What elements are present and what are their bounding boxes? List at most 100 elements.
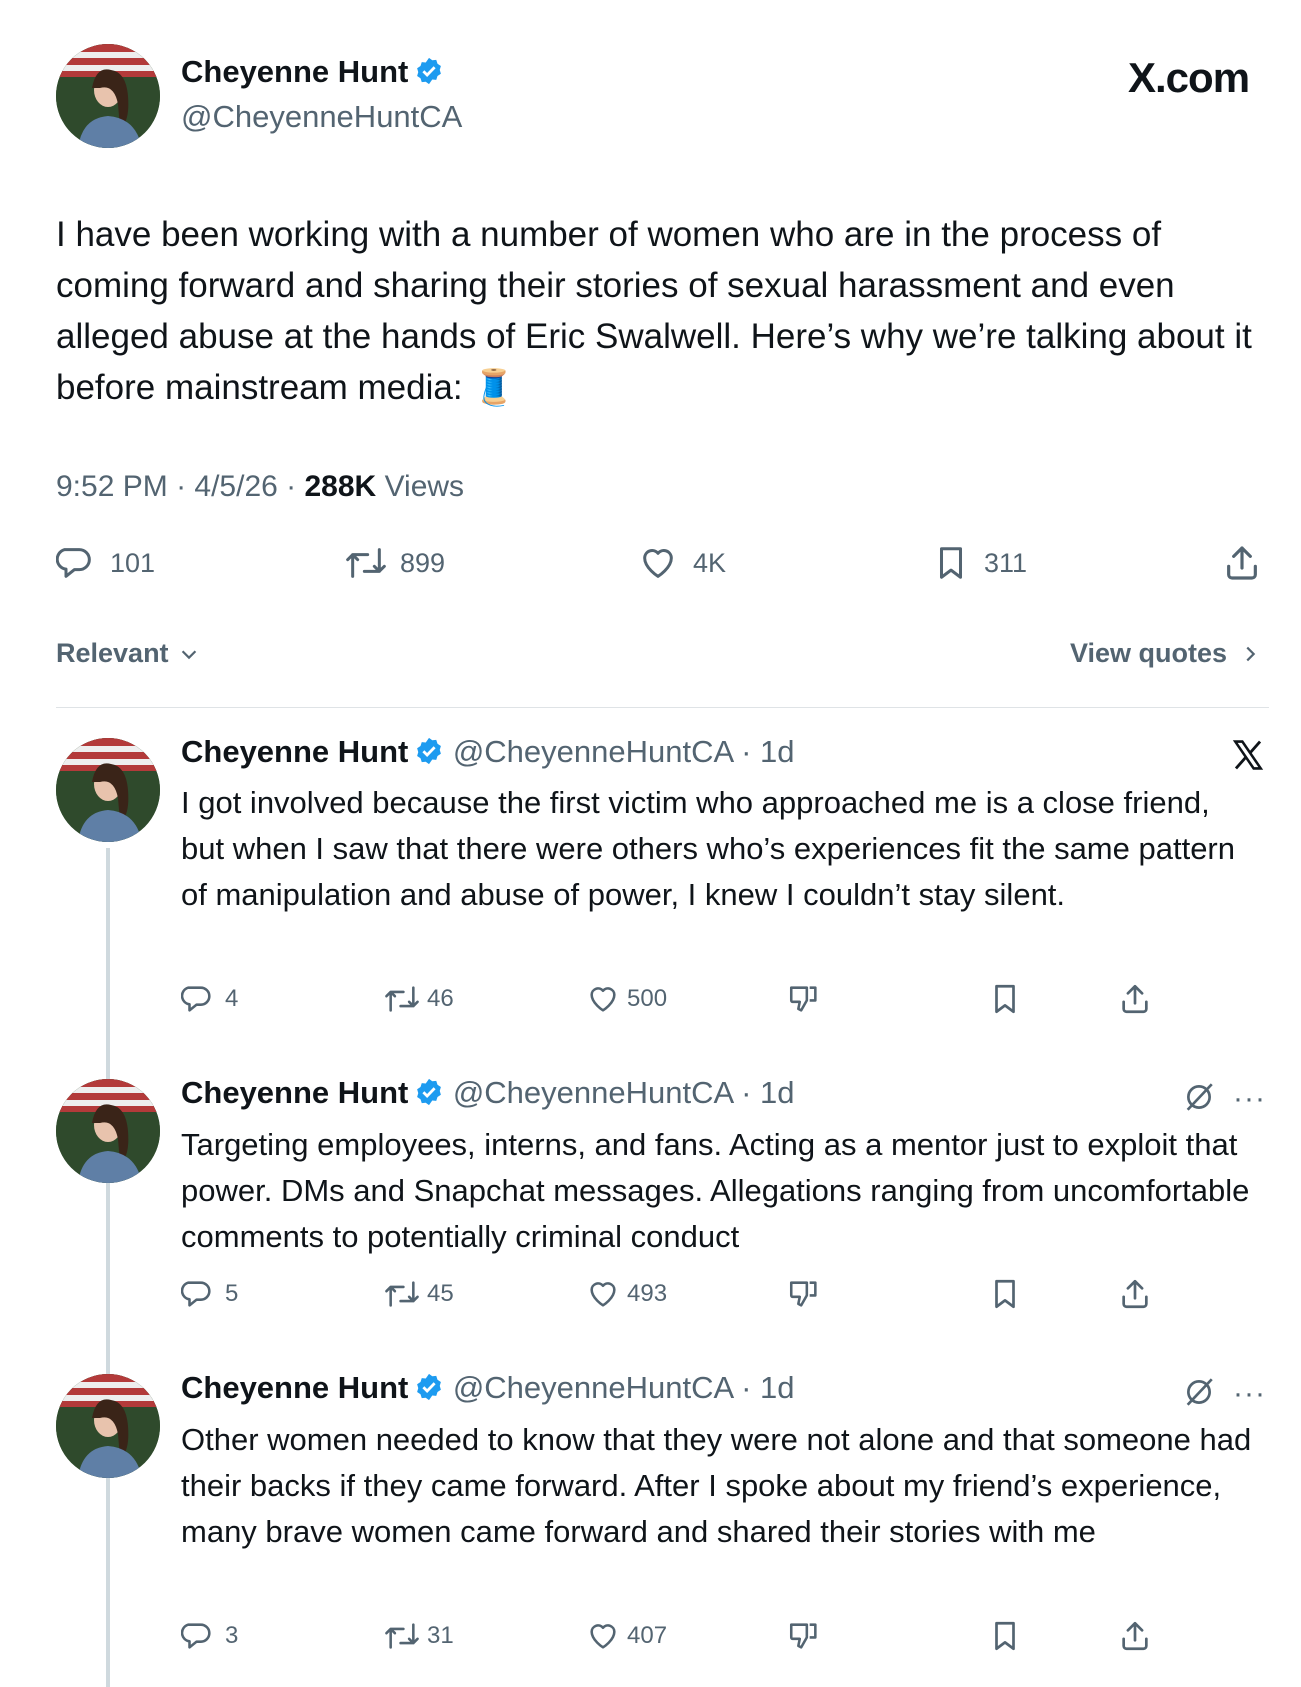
grok-icon[interactable] bbox=[1182, 1080, 1216, 1119]
chevron-right-icon bbox=[1246, 646, 1255, 662]
repost-count: 899 bbox=[400, 547, 446, 578]
reply-icon bbox=[181, 1623, 211, 1649]
like-button[interactable]: 493 bbox=[585, 1277, 667, 1311]
author-name[interactable]: Cheyenne Hunt bbox=[181, 54, 408, 89]
reply-author-name[interactable]: Cheyenne Hunt bbox=[181, 734, 408, 769]
reply-count: 3 bbox=[225, 1622, 239, 1649]
repost-button[interactable]: 31 bbox=[383, 1619, 454, 1653]
share-icon bbox=[1122, 1621, 1148, 1651]
tweet-date[interactable]: 4/5/26 bbox=[194, 470, 277, 503]
reply-icon bbox=[56, 548, 91, 578]
share-button[interactable] bbox=[1118, 982, 1152, 1016]
view-quotes-link[interactable]: View quotes bbox=[1070, 638, 1261, 669]
reply-age[interactable]: 1d bbox=[760, 1075, 794, 1110]
sort-dropdown[interactable]: Relevant bbox=[56, 638, 200, 669]
bookmark-button[interactable]: 311 bbox=[932, 543, 1027, 583]
heart-icon bbox=[590, 1624, 616, 1649]
share-button[interactable] bbox=[1222, 542, 1262, 584]
views-count: 288K bbox=[304, 470, 377, 503]
repost-icon bbox=[385, 986, 419, 1012]
reply-header: Cheyenne Hunt @CheyenneHuntCA · 1d bbox=[181, 734, 795, 769]
reply-button[interactable]: 5 bbox=[181, 1277, 238, 1311]
repost-icon bbox=[346, 548, 386, 578]
bookmark-button[interactable] bbox=[988, 1619, 1022, 1653]
view-quotes-label: View quotes bbox=[1070, 638, 1228, 668]
tweet-time[interactable]: 9:52 PM bbox=[56, 470, 168, 503]
reply-button[interactable]: 101 bbox=[56, 543, 155, 583]
tweet-text: I have been working with a number of wom… bbox=[56, 215, 1252, 407]
reply-author-handle[interactable]: @CheyenneHuntCA bbox=[453, 1370, 733, 1405]
bookmark-icon bbox=[995, 984, 1015, 1014]
chevron-down-icon bbox=[181, 650, 197, 660]
reply-icon bbox=[181, 1281, 211, 1307]
share-icon bbox=[1122, 1279, 1148, 1309]
bookmark-button[interactable] bbox=[988, 1277, 1022, 1311]
like-button[interactable]: 4K bbox=[637, 543, 726, 583]
reply-author-name[interactable]: Cheyenne Hunt bbox=[181, 1075, 408, 1110]
dislike-button[interactable] bbox=[786, 1277, 822, 1311]
share-icon bbox=[1122, 984, 1148, 1014]
more-options-icon[interactable]: ··· bbox=[1233, 1377, 1266, 1411]
reply-age[interactable]: 1d bbox=[760, 1370, 794, 1405]
more-options-icon[interactable]: ··· bbox=[1233, 1082, 1266, 1116]
reply-text: Other women needed to know that they wer… bbox=[181, 1422, 1252, 1549]
reply-avatar[interactable] bbox=[56, 738, 160, 842]
bookmark-icon bbox=[995, 1621, 1015, 1651]
avatar-image bbox=[56, 738, 160, 842]
repost-icon bbox=[385, 1623, 419, 1649]
thread-line bbox=[106, 848, 110, 1687]
reply-text: I got involved because the first victim … bbox=[181, 785, 1235, 912]
share-icon bbox=[1227, 546, 1257, 580]
reply-button[interactable]: 4 bbox=[181, 982, 238, 1016]
reply-icon bbox=[181, 986, 211, 1012]
repost-button[interactable]: 45 bbox=[383, 1277, 454, 1311]
bookmark-count: 311 bbox=[984, 547, 1028, 578]
reply-avatar[interactable] bbox=[56, 1374, 160, 1478]
verified-badge-icon bbox=[414, 1372, 444, 1407]
like-button[interactable]: 500 bbox=[585, 982, 667, 1016]
avatar-image bbox=[56, 44, 160, 148]
thumbs-down-icon bbox=[789, 1623, 817, 1649]
repost-count: 46 bbox=[427, 985, 454, 1012]
like-button[interactable]: 407 bbox=[585, 1619, 667, 1653]
repost-count: 31 bbox=[427, 1622, 454, 1649]
reply-author-name[interactable]: Cheyenne Hunt bbox=[181, 1370, 408, 1405]
reply-author-handle[interactable]: @CheyenneHuntCA bbox=[453, 1075, 733, 1110]
like-count: 4K bbox=[693, 547, 727, 578]
verified-badge-icon bbox=[414, 56, 444, 91]
grok-icon[interactable] bbox=[1182, 1375, 1216, 1414]
bookmark-button[interactable] bbox=[988, 982, 1022, 1016]
dislike-button[interactable] bbox=[786, 1619, 822, 1653]
thumbs-down-icon bbox=[789, 1281, 817, 1307]
tweet-meta: 9:52 PM · 4/5/26 · 288K Views bbox=[56, 470, 465, 503]
author-avatar[interactable] bbox=[56, 44, 160, 148]
heart-icon bbox=[590, 987, 616, 1012]
reply-text: Targeting employees, interns, and fans. … bbox=[181, 1127, 1250, 1254]
bookmark-icon bbox=[995, 1279, 1015, 1309]
x-logo-icon bbox=[1230, 738, 1266, 777]
like-count: 500 bbox=[627, 985, 668, 1012]
repost-button[interactable]: 899 bbox=[344, 543, 445, 583]
dislike-button[interactable] bbox=[786, 982, 822, 1016]
reply-age[interactable]: 1d bbox=[760, 734, 794, 769]
reply-avatar[interactable] bbox=[56, 1079, 160, 1183]
like-count: 407 bbox=[627, 1622, 668, 1649]
reply-count: 101 bbox=[110, 547, 156, 578]
reply-button[interactable]: 3 bbox=[181, 1619, 238, 1653]
share-button[interactable] bbox=[1118, 1619, 1152, 1653]
divider bbox=[56, 707, 1269, 708]
thumbs-down-icon bbox=[789, 986, 817, 1012]
verified-badge-icon bbox=[414, 1077, 444, 1112]
x-watermark-logo: X.com bbox=[1128, 54, 1250, 101]
author-handle[interactable]: @CheyenneHuntCA bbox=[181, 99, 462, 135]
reply-header: Cheyenne Hunt @CheyenneHuntCA · 1d bbox=[181, 1370, 795, 1407]
reply-count: 5 bbox=[225, 1280, 239, 1307]
reply-author-handle[interactable]: @CheyenneHuntCA bbox=[453, 734, 733, 769]
share-button[interactable] bbox=[1118, 1277, 1152, 1311]
avatar-image bbox=[56, 1374, 160, 1478]
avatar-image bbox=[56, 1079, 160, 1183]
reply-header: Cheyenne Hunt @CheyenneHuntCA · 1d bbox=[181, 1075, 795, 1112]
repost-button[interactable]: 46 bbox=[383, 982, 454, 1016]
repost-count: 45 bbox=[427, 1280, 454, 1307]
views-label: Views bbox=[384, 470, 465, 503]
